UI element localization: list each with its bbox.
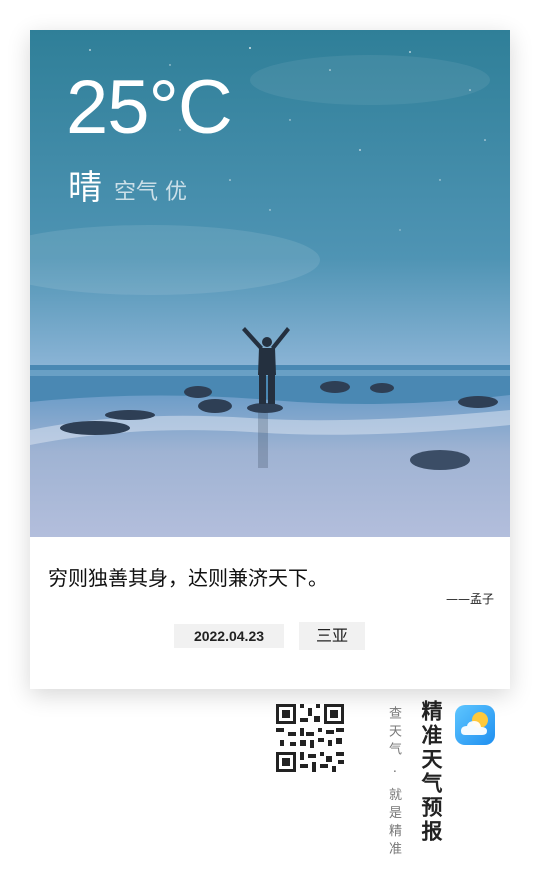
weather-summary: 晴空气 优: [68, 160, 187, 209]
sun-cloud-icon[interactable]: [455, 705, 495, 745]
temperature-value: 25°C: [66, 65, 233, 150]
quote-author: ——孟子: [445, 592, 494, 606]
date-tag: 2022.04.23: [174, 624, 284, 648]
slogan-text: 查天气 · 就是精准: [386, 706, 401, 860]
app-name: 精准天气预报: [419, 700, 444, 844]
city-tag: 三亚: [299, 622, 365, 650]
qr-code-icon[interactable]: [276, 704, 344, 772]
quote-text: 穷则独善其身，达则兼济天下。: [48, 566, 328, 590]
poster-card: 25°C 晴空气 优 穷则独善其身，达则兼济天下。 ——孟子 2022.04.2…: [30, 30, 510, 689]
weather-condition: 晴: [68, 168, 102, 208]
air-quality-label: 空气 优: [114, 180, 187, 205]
